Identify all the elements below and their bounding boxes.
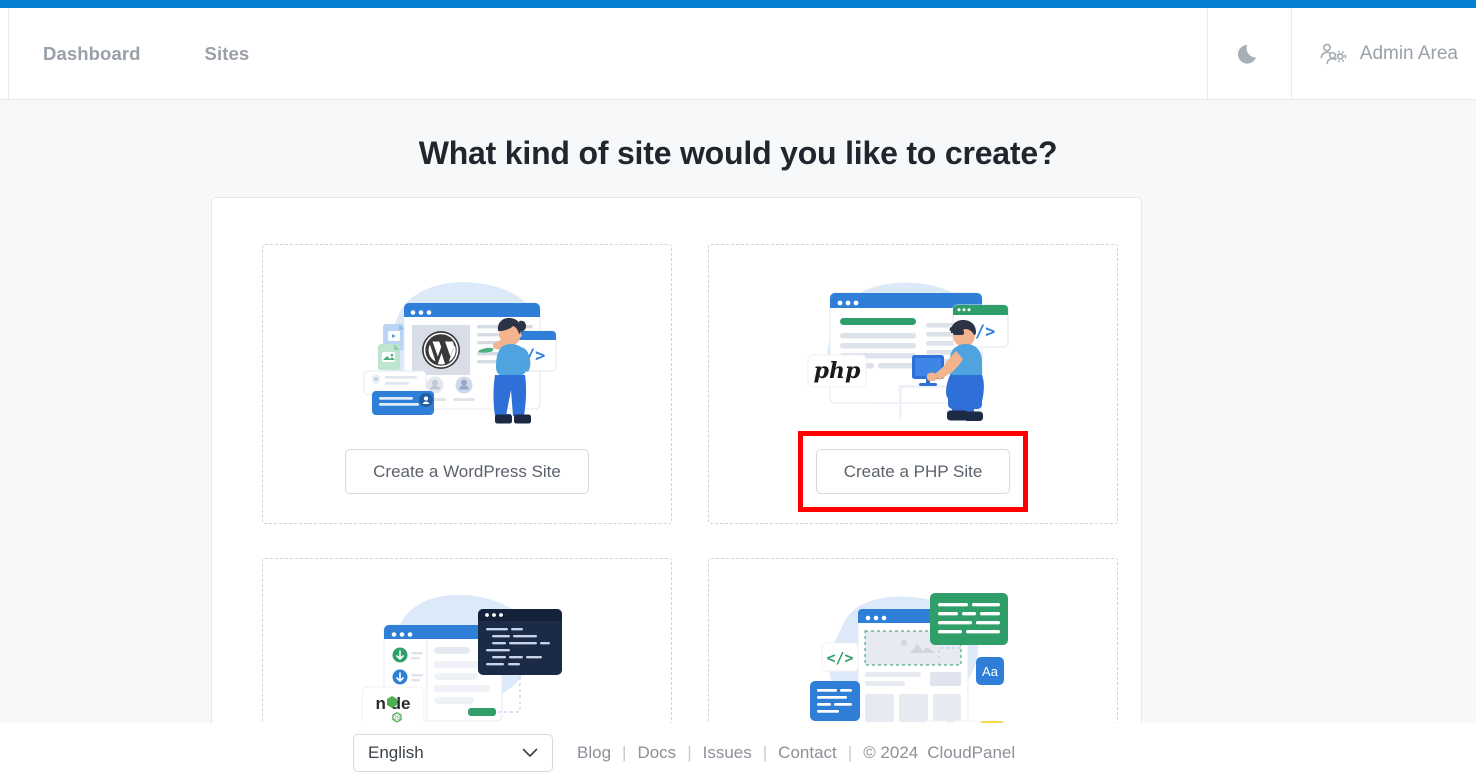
chevron-down-icon [522,748,538,758]
nav-dashboard[interactable]: Dashboard [43,43,141,65]
moon-icon [1237,42,1261,66]
site-type-panel: </> [211,197,1142,723]
svg-text:php: php [814,358,861,384]
language-select[interactable]: English [353,734,553,772]
footer-separator: | [837,743,863,763]
site-card-php[interactable]: php </> [708,244,1118,524]
svg-text:Aa: Aa [982,664,999,679]
app-root: Dashboard Sites Admin Area What kind of … [0,0,1476,782]
footer-copyright: © 2024 [863,743,918,763]
primary-nav: Dashboard Sites [8,8,313,99]
admin-area-label: Admin Area [1360,43,1458,65]
php-site-illustration: php </> [798,267,1028,435]
wordpress-site-illustration: </> [352,267,582,435]
footer-links: Blog | Docs | Issues | Contact | © 2024 … [577,743,1015,763]
create-php-site-button[interactable]: Create a PHP Site [816,449,1011,494]
language-select-value: English [368,743,424,763]
nodejs-site-illustration: n de JS [352,581,582,723]
nav-sites[interactable]: Sites [205,43,250,65]
footer-link-docs[interactable]: Docs [637,743,676,763]
page-title: What kind of site would you like to crea… [0,100,1476,172]
wordpress-button-wrap: Create a WordPress Site [345,449,589,494]
footer-separator: | [676,743,702,763]
admin-area-button[interactable]: Admin Area [1292,8,1476,99]
header-spacer [313,8,1207,99]
dark-mode-toggle[interactable] [1207,8,1292,99]
site-card-static[interactable]: </> Aa [708,558,1118,723]
svg-text:JS: JS [393,716,400,722]
page-content: What kind of site would you like to crea… [0,100,1476,723]
app-footer: English Blog | Docs | Issues | Contact |… [0,723,1476,782]
footer-brand: CloudPanel [918,743,1015,763]
php-button-wrap: Create a PHP Site [816,449,1011,494]
footer-separator: | [752,743,778,763]
site-card-wordpress[interactable]: </> [262,244,672,524]
footer-link-issues[interactable]: Issues [703,743,752,763]
footer-link-contact[interactable]: Contact [778,743,837,763]
svg-text:</>: </> [826,649,853,667]
footer-link-blog[interactable]: Blog [577,743,611,763]
site-type-grid: </> [262,244,1091,723]
site-card-nodejs[interactable]: n de JS [262,558,672,723]
footer-separator: | [611,743,637,763]
top-accent-bar [0,0,1476,8]
users-gear-icon [1320,43,1347,65]
static-site-illustration: </> Aa [798,581,1028,723]
app-header: Dashboard Sites Admin Area [0,8,1476,100]
create-wordpress-site-button[interactable]: Create a WordPress Site [345,449,589,494]
